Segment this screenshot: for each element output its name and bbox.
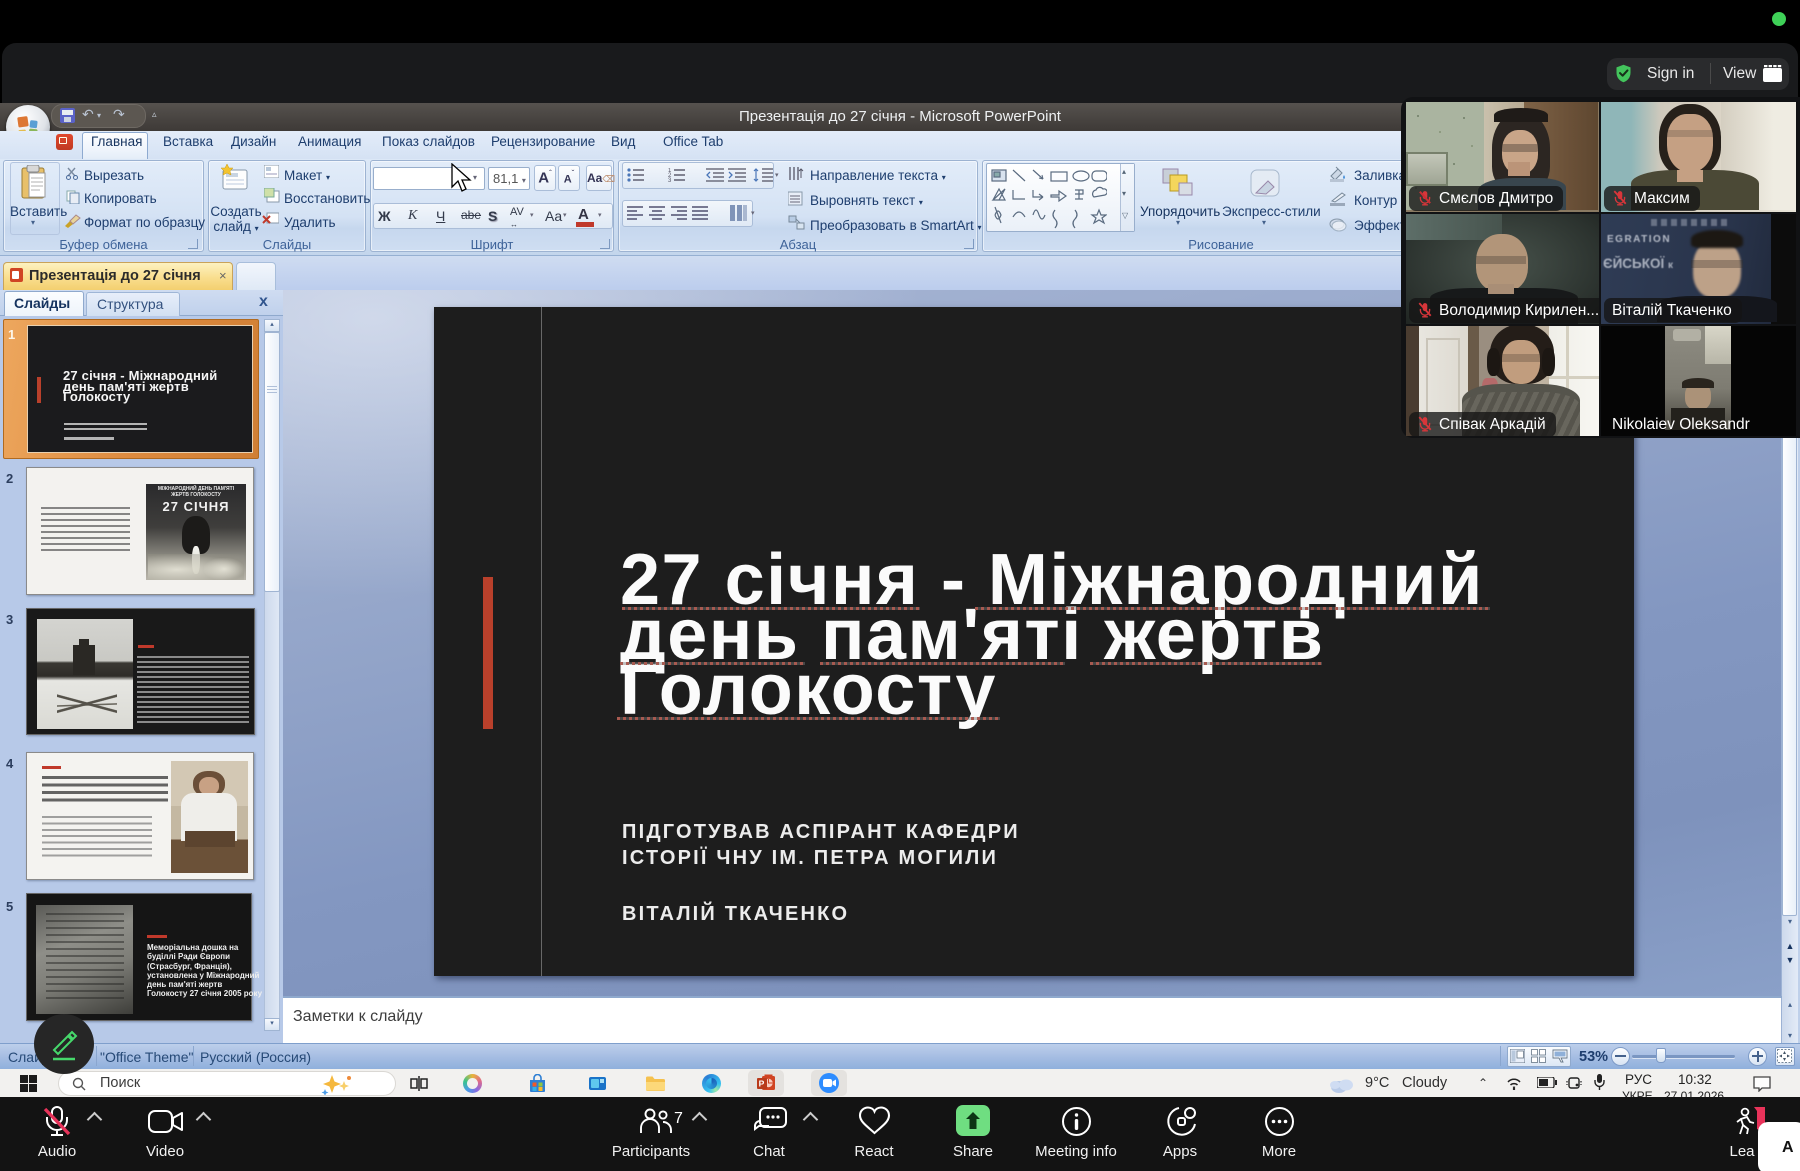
svg-text:P: P — [759, 1079, 765, 1089]
svg-text:3: 3 — [668, 178, 672, 182]
